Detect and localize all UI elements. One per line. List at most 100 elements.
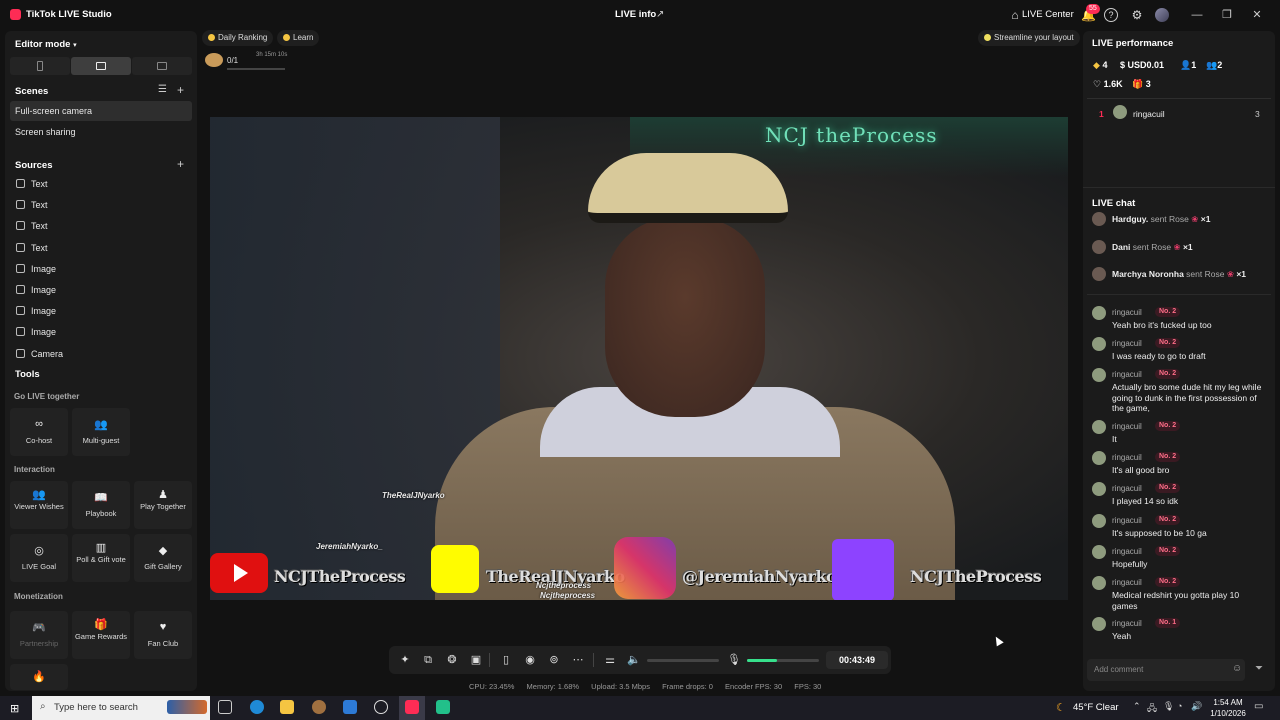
file-explorer-icon[interactable] [280, 700, 294, 714]
chat-username[interactable]: ringacuil [1112, 339, 1142, 348]
avatar[interactable] [1092, 368, 1106, 382]
partnership-button[interactable]: 🎮 Partnership [10, 611, 68, 659]
avatar[interactable] [1092, 337, 1106, 351]
add-source-icon[interactable]: + [177, 157, 184, 171]
windows-start-icon[interactable]: ⊞ [10, 702, 19, 715]
source-item[interactable]: Image [16, 304, 186, 320]
chat-username[interactable]: ringacuil [1112, 422, 1142, 431]
app-icon[interactable] [436, 700, 450, 714]
avatar[interactable] [1092, 306, 1106, 320]
chat-username[interactable]: ringacuil [1112, 619, 1142, 628]
home-icon[interactable]: ⌂ [1008, 8, 1022, 22]
source-item[interactable]: Text [16, 177, 186, 193]
daily-ranking-button[interactable]: Daily Ranking [202, 30, 274, 46]
notifications-icon[interactable]: ▭ [1254, 701, 1263, 712]
stream-preview[interactable]: NCJ theProcess TheRealJNyarko JeremiahNy… [210, 117, 1068, 600]
chat-username[interactable]: ringacuil [1112, 453, 1142, 462]
source-item[interactable]: Image [16, 283, 186, 299]
filter-icon[interactable]: ⏷ [1255, 663, 1263, 674]
gift-user[interactable]: Dani [1112, 242, 1130, 252]
minimize-icon[interactable]: — [1190, 8, 1204, 22]
speaker-volume-slider[interactable] [647, 659, 719, 662]
viewer-wishes-button[interactable]: 👥 Viewer Wishes [10, 481, 68, 529]
source-item[interactable]: Image [16, 325, 186, 341]
streamline-layout-button[interactable]: Streamline your layout [978, 30, 1080, 46]
effects-icon[interactable]: ⧉ [421, 653, 435, 667]
avatar[interactable] [1092, 239, 1106, 254]
emoji-icon[interactable]: ☺ [1232, 663, 1242, 674]
mic-volume-slider[interactable] [747, 659, 819, 662]
scene-item[interactable]: Screen sharing [10, 122, 192, 142]
chat-username[interactable]: ringacuil [1112, 308, 1142, 317]
editor-mode-dropdown[interactable]: Editor mode ▾ [15, 39, 77, 50]
chat-username[interactable]: ringacuil [1112, 370, 1142, 379]
magic-wand-icon[interactable]: ✦ [398, 653, 412, 667]
app-icon[interactable] [312, 700, 326, 714]
avatar[interactable] [1092, 482, 1106, 496]
maximize-icon[interactable]: ❐ [1220, 8, 1234, 22]
clock[interactable]: 1:54 AM 1/10/2026 [1208, 697, 1248, 719]
volume-icon[interactable]: 🔊 [1191, 701, 1202, 712]
tiktok-live-studio-icon[interactable] [405, 700, 419, 714]
playbook-button[interactable]: 📖 Playbook [72, 481, 130, 529]
chevron-up-icon[interactable]: ⌃ [1133, 701, 1141, 712]
portrait-mode-button[interactable] [10, 57, 70, 75]
top-user-name[interactable]: ringacuil [1133, 109, 1165, 119]
avatar[interactable] [1092, 267, 1106, 281]
live-center-button[interactable]: LIVE Center [1022, 9, 1074, 20]
avatar[interactable] [1092, 212, 1106, 226]
chat-username[interactable]: ringacuil [1112, 484, 1142, 493]
add-comment-input[interactable]: Add comment [1087, 659, 1245, 681]
snapshot-icon[interactable]: ⊚ [547, 653, 561, 667]
fan-club-button[interactable]: ♥ Fan Club [134, 611, 192, 659]
edge-icon[interactable] [250, 700, 264, 714]
avatar[interactable] [1092, 545, 1106, 559]
split-mode-button[interactable] [132, 57, 192, 75]
close-icon[interactable]: ✕ [1250, 8, 1264, 22]
landscape-mode-button[interactable] [71, 57, 131, 75]
microphone-icon[interactable]: 🎙 [727, 653, 741, 667]
speaker-icon[interactable]: 🔈 [627, 653, 641, 667]
poll-gift-vote-button[interactable]: ▥ Poll & Gift vote [72, 534, 130, 582]
game-rewards-button[interactable]: 🎁 Game Rewards [72, 611, 130, 659]
phone-icon[interactable]: ▯ [499, 653, 513, 667]
share-icon[interactable]: ↗ [656, 9, 667, 20]
capture-icon[interactable]: ▣ [469, 653, 483, 667]
avatar[interactable] [1092, 420, 1106, 434]
source-item[interactable]: Camera [16, 347, 186, 363]
play-together-button[interactable]: ♟ Play Together [134, 481, 192, 529]
app-icon[interactable] [343, 700, 357, 714]
cohost-button[interactable]: ∞ Co-host [10, 408, 68, 456]
list-icon[interactable]: ☰ [158, 84, 167, 95]
avatar[interactable] [1092, 576, 1106, 590]
wifi-icon[interactable]: ◔ [1177, 701, 1182, 711]
gift-user[interactable]: Marchya Noronha [1112, 269, 1184, 279]
avatar[interactable] [1092, 617, 1106, 631]
network-icon[interactable]: 🖧 [1147, 701, 1157, 717]
source-item[interactable]: Text [16, 198, 186, 214]
gear-icon[interactable]: ⚙ [1130, 8, 1144, 22]
sticker-icon[interactable]: ❂ [445, 653, 459, 667]
source-item[interactable]: Text [16, 219, 186, 235]
avatar[interactable] [1113, 105, 1127, 119]
microphone-icon[interactable]: 🎙 [1163, 701, 1174, 712]
settings-sliders-icon[interactable]: ⚌ [603, 653, 617, 667]
more-icon[interactable]: ⋯ [571, 653, 585, 667]
add-scene-icon[interactable]: + [177, 83, 184, 97]
source-item[interactable]: Text [16, 241, 186, 257]
record-icon[interactable]: ◉ [523, 653, 537, 667]
help-icon[interactable]: ? [1104, 8, 1118, 22]
avatar[interactable] [1155, 8, 1169, 22]
source-item[interactable]: Image [16, 262, 186, 278]
task-view-icon[interactable] [218, 700, 232, 714]
chat-username[interactable]: ringacuil [1112, 516, 1142, 525]
gift-user[interactable]: Hardguy. [1112, 214, 1148, 224]
avatar[interactable] [1092, 514, 1106, 528]
flame-tool-button[interactable]: 🔥 [10, 664, 68, 690]
avatar[interactable] [1092, 451, 1106, 465]
gift-gallery-button[interactable]: ◆ Gift Gallery [134, 534, 192, 582]
learn-button[interactable]: Learn [277, 30, 320, 46]
chat-username[interactable]: ringacuil [1112, 547, 1142, 556]
live-info-title[interactable]: LIVE info [615, 9, 656, 20]
chat-username[interactable]: ringacuil [1112, 578, 1142, 587]
